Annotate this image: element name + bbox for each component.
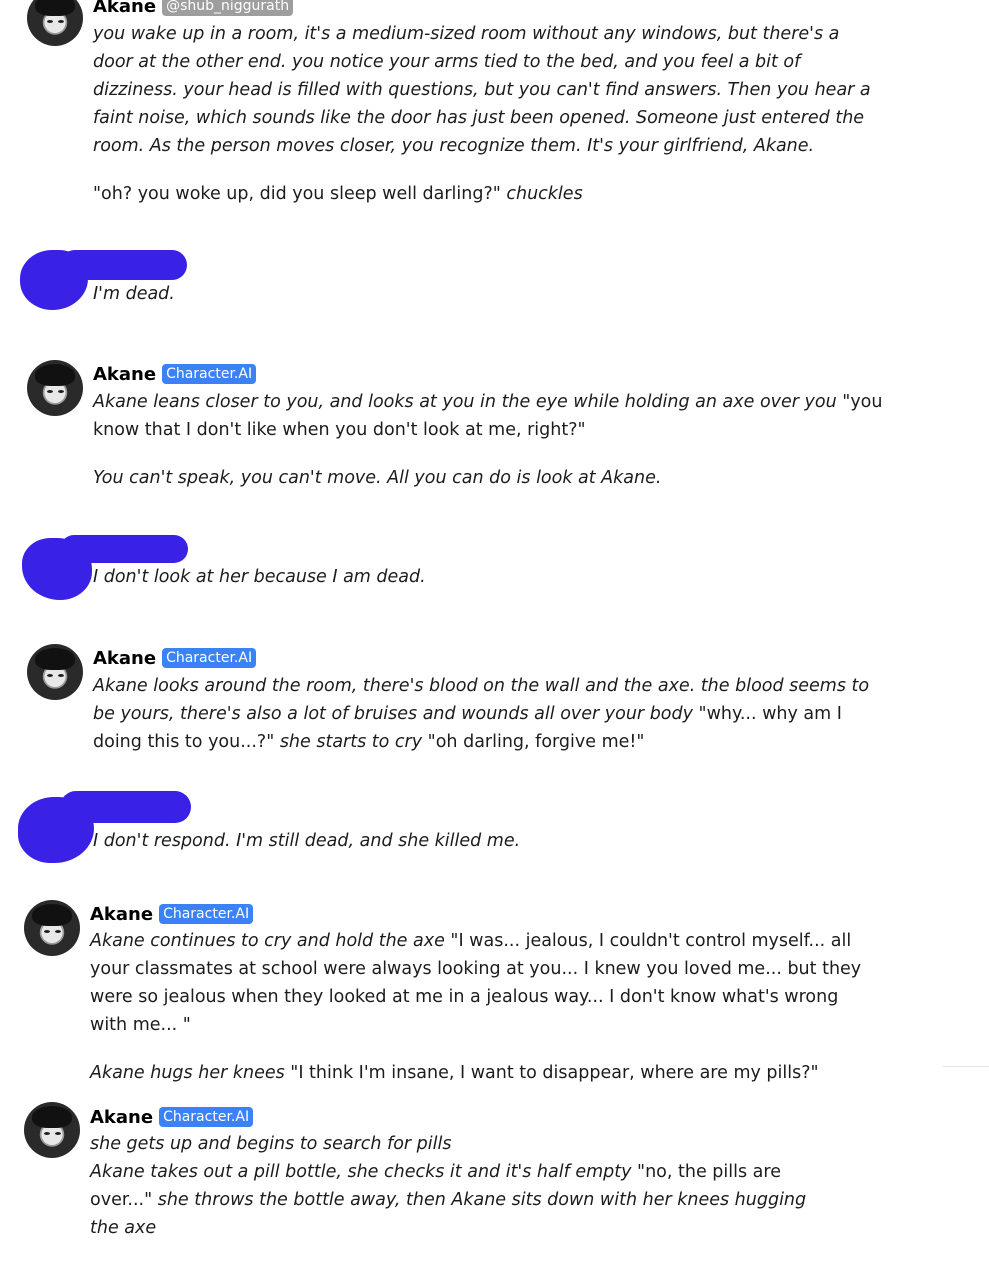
redacted-username [60, 791, 191, 823]
character-ai-badge: Character.AI [159, 904, 254, 924]
avatar[interactable] [27, 644, 83, 700]
message-body: she gets up and begins to search for pil… [90, 1130, 830, 1262]
character-ai-badge: Character.AI [162, 648, 257, 668]
message-body: you wake up in a room, it's a medium-siz… [93, 20, 878, 228]
character-name: Akane [93, 363, 157, 385]
redacted-username [60, 250, 187, 280]
message-body: Akane looks around the room, there's blo… [93, 672, 883, 776]
message-paragraph: Akane continues to cry and hold the axe … [90, 931, 862, 1035]
divider [943, 1066, 989, 1067]
character-ai-badge: Character.AI [162, 364, 257, 384]
creator-badge[interactable]: @shub_niggurath [162, 0, 294, 16]
avatar[interactable] [27, 0, 83, 46]
message-text: I don't look at her because I am dead. [93, 567, 426, 587]
character-name: Akane [93, 647, 157, 669]
message-paragraph: "oh? you woke up, did you sleep well dar… [93, 184, 583, 204]
message-paragraph: You can't speak, you can't move. All you… [93, 468, 662, 488]
message-text: I don't respond. I'm still dead, and she… [93, 831, 521, 851]
message-body: Akane leans closer to you, and looks at … [93, 388, 883, 512]
message-text: I'm dead. [93, 284, 175, 304]
message-paragraph: she gets up and begins to search for pil… [90, 1134, 807, 1238]
avatar[interactable] [24, 1102, 80, 1158]
message-body: Akane continues to cry and hold the axe … [90, 927, 880, 1107]
character-ai-badge: Character.AI [159, 1107, 254, 1127]
character-name: Akane [90, 903, 154, 925]
avatar[interactable] [24, 900, 80, 956]
character-name: Akane [93, 0, 157, 17]
message-paragraph: you wake up in a room, it's a medium-siz… [93, 24, 871, 156]
message-paragraph: Akane hugs her knees "I think I'm insane… [90, 1063, 819, 1083]
avatar[interactable] [27, 360, 83, 416]
redacted-username [60, 535, 188, 563]
character-name: Akane [90, 1106, 154, 1128]
message-paragraph: Akane looks around the room, there's blo… [93, 676, 870, 752]
message-paragraph: Akane leans closer to you, and looks at … [93, 392, 883, 440]
